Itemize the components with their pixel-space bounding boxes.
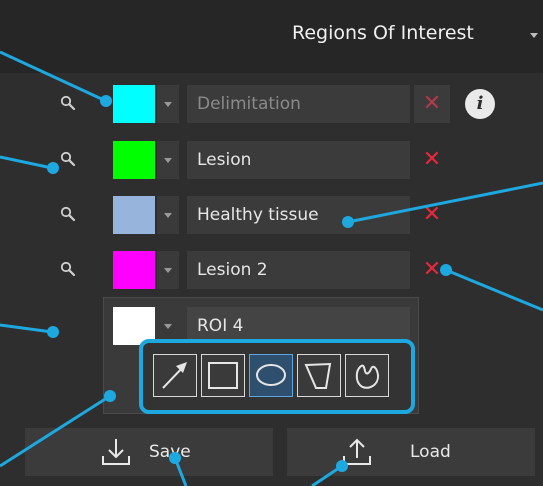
ellipse-tool-icon (256, 364, 286, 386)
roi-name-field[interactable]: Lesion 2 (187, 251, 410, 289)
roi-name-field[interactable]: Lesion (187, 141, 410, 179)
roi-color-swatch[interactable] (113, 85, 155, 123)
close-icon: ✕ (422, 91, 442, 116)
callout-line (0, 323, 53, 334)
freehand-tool-icon (355, 364, 380, 389)
polygon-tool-icon (304, 362, 332, 389)
color-dropdown-button[interactable] (157, 251, 179, 289)
drawing-tool-palette (139, 339, 415, 414)
close-icon: ✕ (422, 257, 442, 282)
load-button[interactable]: Load (287, 428, 535, 476)
chevron-down-icon[interactable] (530, 33, 538, 38)
color-dropdown-button[interactable] (157, 85, 179, 123)
roi-color-swatch[interactable] (113, 196, 155, 234)
roi-row-lesion-2: Lesion 2 ✕ (0, 247, 543, 293)
magnifier-icon[interactable] (60, 261, 76, 277)
color-dropdown-button[interactable] (157, 141, 179, 179)
magnifier-icon[interactable] (60, 151, 76, 167)
ellipse-tool-button[interactable] (249, 354, 293, 397)
download-icon (102, 439, 130, 465)
magnifier-icon[interactable] (60, 206, 76, 222)
roi-name-field[interactable]: Healthy tissue (187, 196, 410, 234)
info-icon[interactable]: i (465, 89, 495, 119)
roi-name-field[interactable]: Delimitation (187, 85, 410, 123)
delete-roi-button[interactable]: ✕ (414, 251, 450, 289)
delete-roi-button[interactable]: ✕ (414, 196, 450, 234)
save-label: Save (149, 442, 191, 462)
panel-header: Regions Of Interest (0, 0, 543, 73)
roi-row-healthy-tissue: Healthy tissue ✕ (0, 192, 543, 238)
freehand-tool-button[interactable] (345, 354, 389, 397)
arrow-tool-button[interactable] (153, 354, 197, 397)
close-icon: ✕ (422, 147, 442, 172)
rectangle-tool-button[interactable] (201, 354, 245, 397)
magnifier-icon[interactable] (60, 95, 76, 111)
close-icon: ✕ (422, 202, 442, 227)
delete-roi-button[interactable]: ✕ (414, 85, 450, 123)
callout-dot (47, 326, 59, 338)
roi-row-delimitation: Delimitation ✕ i (0, 81, 543, 127)
polygon-tool-button[interactable] (297, 354, 341, 397)
upload-icon (343, 438, 371, 465)
color-dropdown-button[interactable] (157, 196, 179, 234)
save-button[interactable]: Save (25, 428, 273, 476)
load-label: Load (410, 442, 451, 462)
rectangle-tool-icon (208, 362, 238, 389)
roi-row-lesion: Lesion ✕ (0, 137, 543, 183)
delete-roi-button[interactable]: ✕ (414, 141, 450, 179)
roi-color-swatch[interactable] (113, 141, 155, 179)
panel-title: Regions Of Interest (292, 22, 474, 44)
roi-color-swatch[interactable] (113, 251, 155, 289)
arrow-tool-icon (162, 362, 187, 389)
